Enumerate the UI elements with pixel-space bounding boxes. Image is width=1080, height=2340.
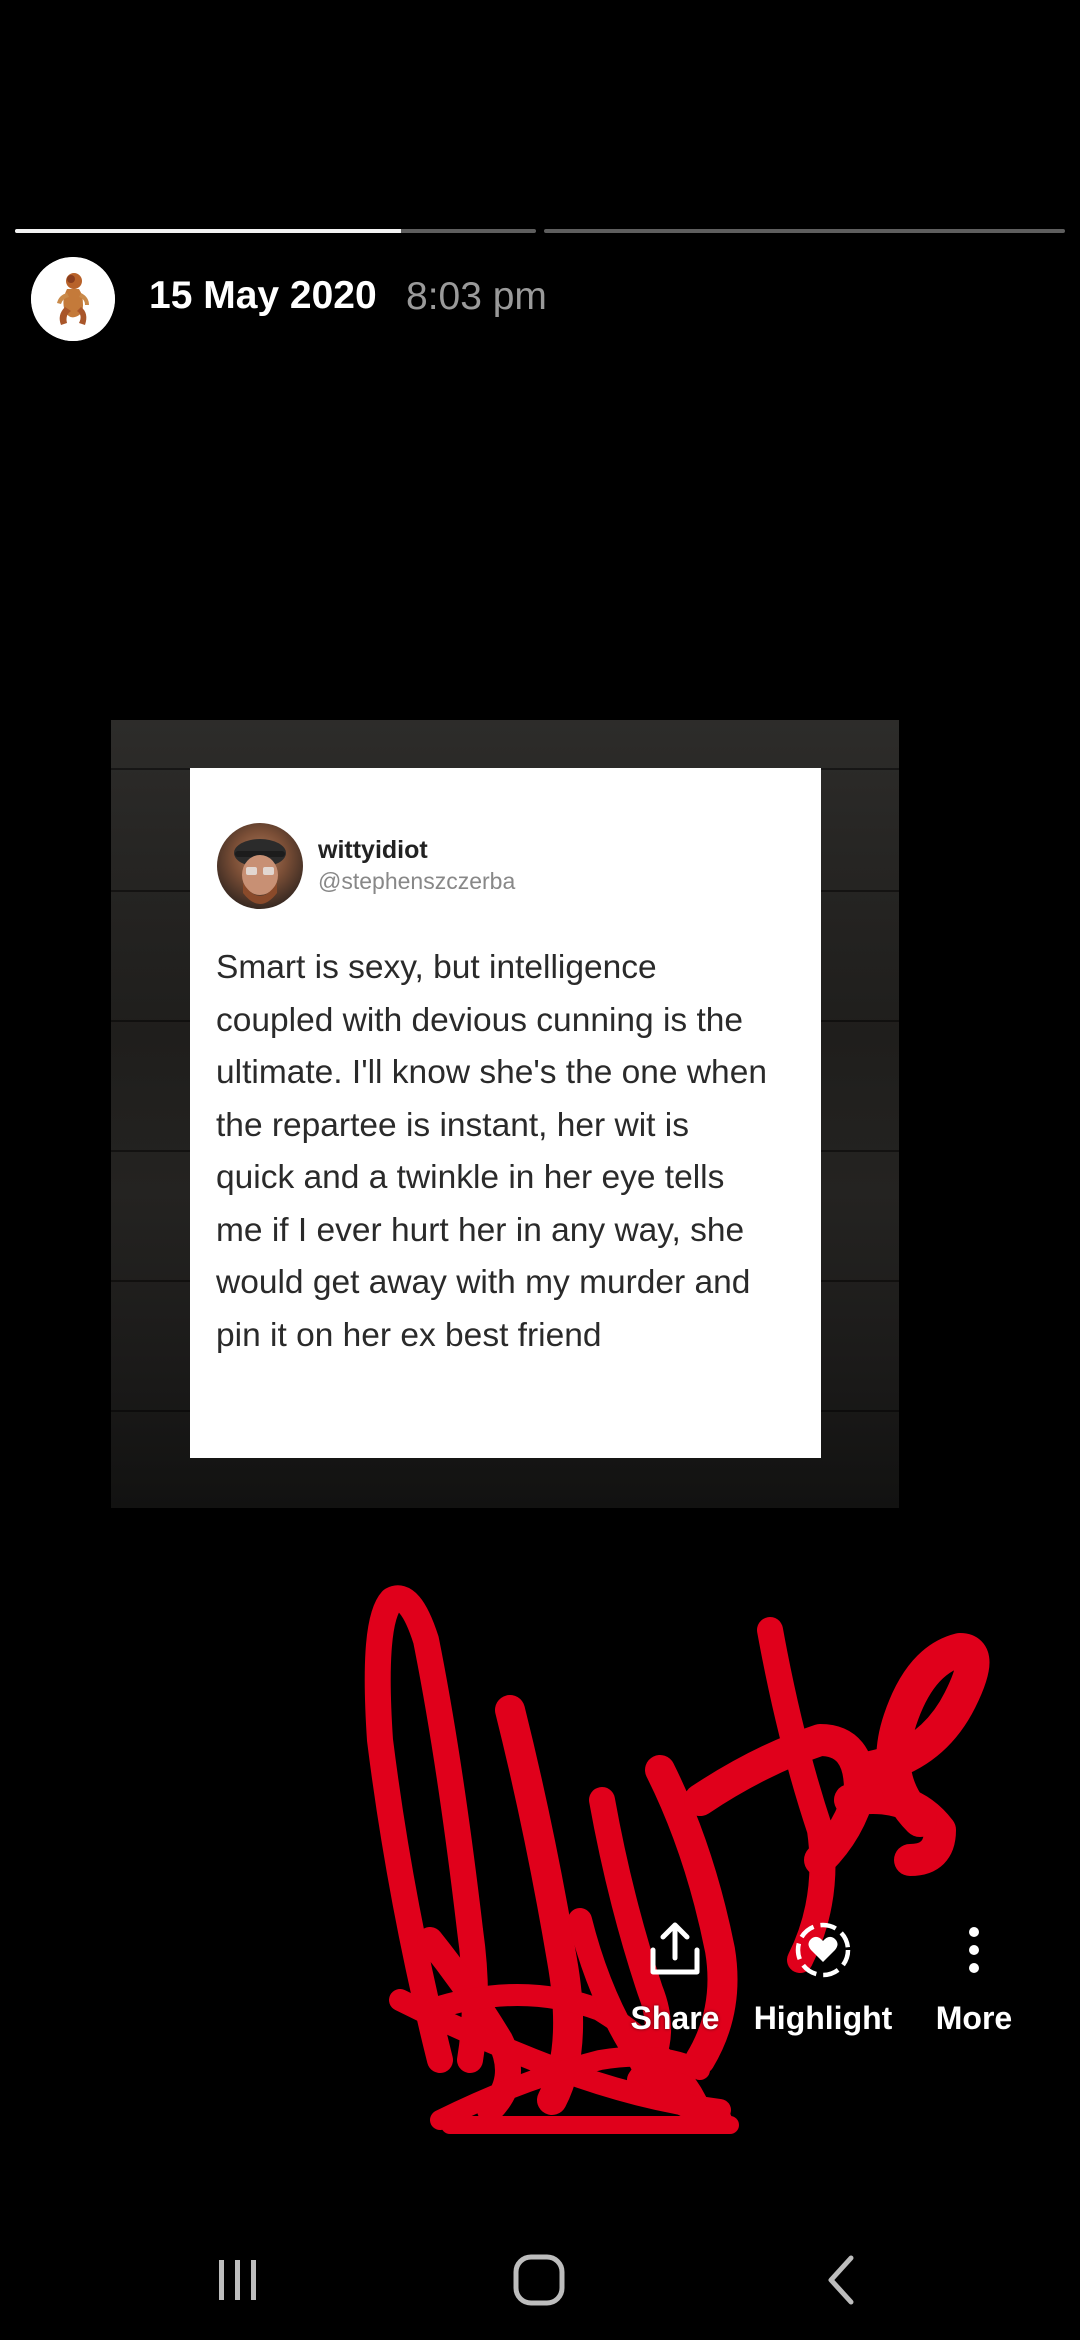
highlight-heart-icon — [795, 1922, 851, 1978]
story-viewer: 15 May 2020 8:03 pm wittyidiot @stephens… — [0, 0, 1080, 2340]
highlight-button[interactable]: Highlight — [748, 1918, 898, 2068]
share-icon — [650, 1922, 700, 1975]
share-label: Share — [630, 2000, 720, 2036]
nav-recents-button[interactable] — [198, 2250, 278, 2310]
more-vertical-icon — [969, 1927, 979, 1973]
nav-back-button[interactable] — [801, 2250, 881, 2310]
nav-home-button[interactable] — [499, 2250, 579, 2310]
more-label: More — [935, 2000, 1013, 2036]
recents-icon — [219, 2260, 256, 2300]
share-button[interactable]: Share — [600, 1918, 750, 2068]
home-icon — [513, 2254, 565, 2306]
highlight-label: Highlight — [753, 2000, 893, 2036]
more-button[interactable]: More — [899, 1918, 1049, 2068]
back-icon — [828, 2255, 854, 2305]
